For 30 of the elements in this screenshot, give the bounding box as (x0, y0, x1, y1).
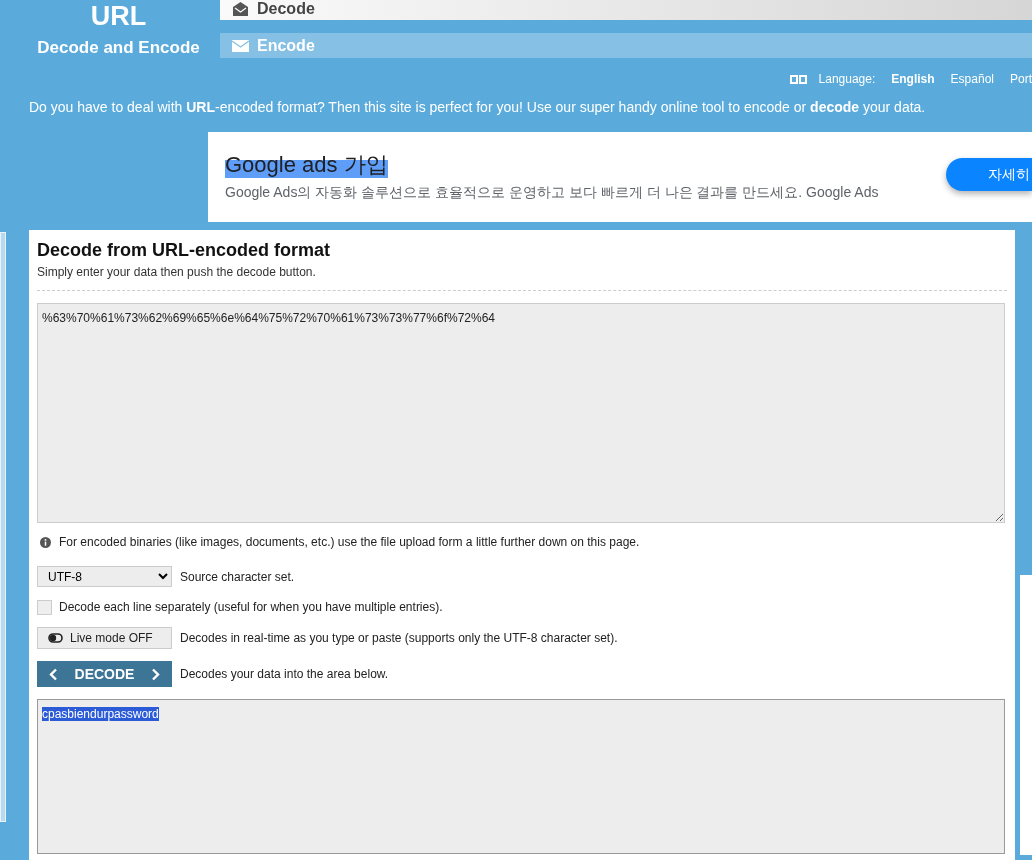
intro-text: Do you have to deal with URL-encoded format? Then this site is perfect for you! Use our super handy online tool to encode or decode your data. (28, 98, 927, 117)
checkbox[interactable] (37, 599, 52, 615)
language-label: Language: (818, 71, 876, 88)
nav-tab[interactable]: Decode (220, 0, 1032, 20)
decode-button[interactable]: DECODE (37, 661, 172, 687)
language-icon (789, 74, 807, 84)
panel-title: Decode from URL-encoded format (37, 239, 332, 261)
checkbox-label: Decode each line separately (useful for when you have multiple entries). (59, 599, 443, 616)
charset-hint: Source character set. (180, 568, 295, 586)
charset-select[interactable]: UTF-8 (37, 566, 172, 587)
language-link[interactable]: Español (950, 70, 994, 88)
language-link[interactable]: English (891, 70, 935, 88)
panel-subtitle: Simply enter your data then push the decode button. (37, 264, 317, 281)
decode-hint: Decodes your data into the area below. (180, 666, 389, 683)
live-mode-hint: Decodes in real-time as you type or paste (supports only the UTF-8 character set). (180, 630, 618, 647)
open-envelope-icon (232, 0, 249, 17)
ad-description: Google Ads의 자동화 솔루션으로 효율적으로 운영하고 보다 빠르게 더 나은 결과를 만드세요. Google Ads (225, 182, 879, 202)
toggle-icon (48, 633, 63, 643)
input-field[interactable]: %63%70%61%73%62%69%65%6e%64%75%72%70%61%73%73%77%6f%72%64 (37, 303, 1005, 523)
logo-title: URL (90, 1, 147, 31)
logo-subtitle: Decode and Encode (37, 38, 200, 58)
info-icon (40, 536, 51, 548)
language-link[interactable]: Port (1010, 70, 1032, 88)
output-field[interactable]: cpasbiendurpassword (37, 699, 1005, 854)
chevron-left-icon (49, 667, 58, 681)
live-mode-button[interactable]: Live mode OFF (37, 627, 172, 649)
envelope-icon (232, 39, 249, 52)
ad-more-button[interactable]: 자세히 (946, 158, 1032, 191)
chevron-right-icon (151, 667, 160, 681)
info-note: For encoded binaries (like images, documents, etc.) use the file upload form a little further down on this page. (59, 534, 640, 551)
